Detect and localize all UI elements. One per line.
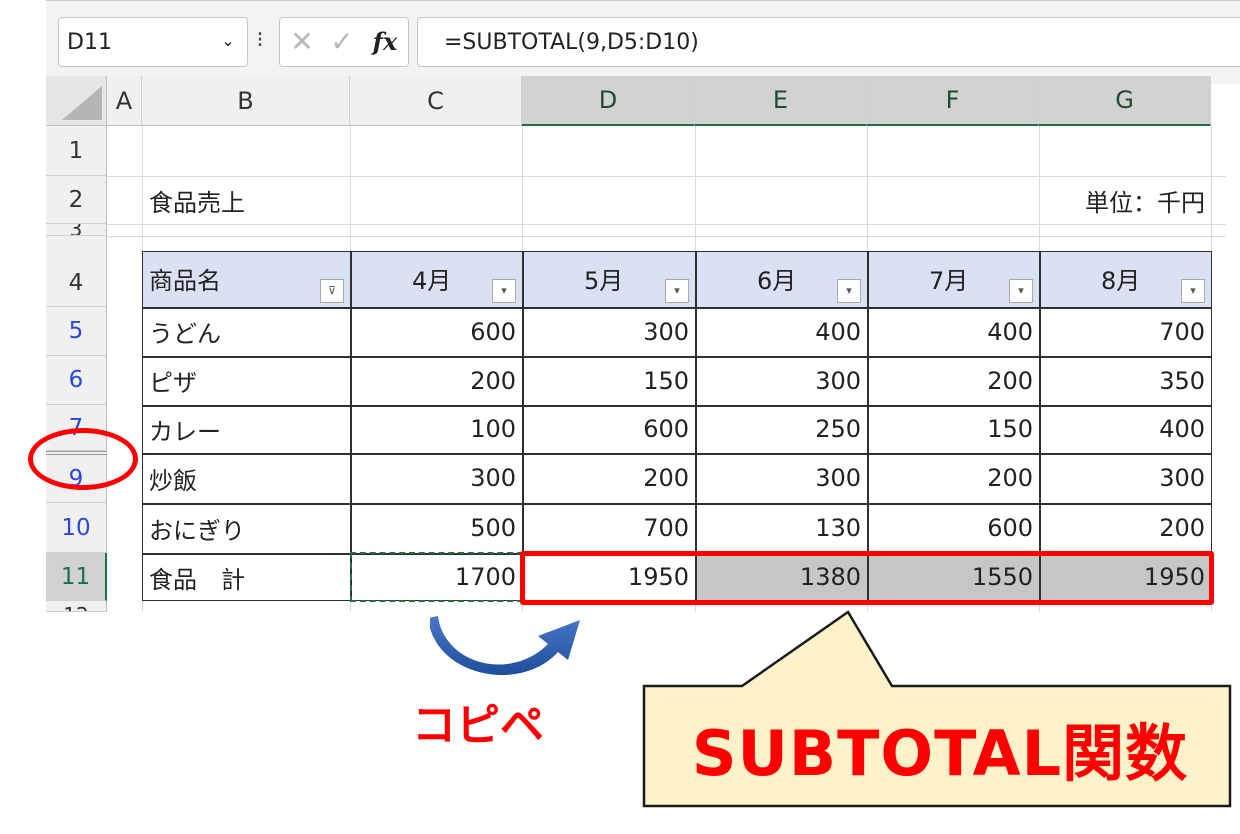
hidden-row-circle xyxy=(28,428,138,490)
table-border xyxy=(142,405,1212,407)
copy-paste-label: コピペ xyxy=(412,700,544,751)
column-header-e[interactable]: E xyxy=(695,76,867,126)
row-header-6[interactable]: 6 xyxy=(46,356,107,405)
subtotal-highlight-box xyxy=(520,551,1214,605)
table-border xyxy=(142,503,1212,505)
column-header-b[interactable]: B xyxy=(142,76,350,126)
table-border xyxy=(867,251,869,601)
table-border xyxy=(1039,251,1041,601)
enter-check-icon[interactable]: ✓ xyxy=(326,22,358,62)
name-box-value: D11 xyxy=(67,29,112,55)
row-header-4[interactable]: 4 xyxy=(46,236,107,307)
select-all-triangle-icon xyxy=(62,86,102,120)
row-header-2[interactable]: 2 xyxy=(46,176,107,224)
column-header-a[interactable]: A xyxy=(107,76,142,126)
table-border xyxy=(350,251,352,601)
table-border xyxy=(142,251,1212,601)
row-header-1[interactable]: 1 xyxy=(46,126,107,176)
table-border xyxy=(142,356,1212,358)
row-header-12-label: 12 xyxy=(63,601,88,611)
row-header-3-label: 3 xyxy=(69,224,83,236)
row-header-5[interactable]: 5 xyxy=(46,307,107,356)
row-header-3[interactable]: 3 xyxy=(46,224,107,236)
row-header-10[interactable]: 10 xyxy=(46,503,107,553)
column-header-g[interactable]: G xyxy=(1039,76,1211,126)
column-header-f[interactable]: F xyxy=(867,76,1039,126)
row-header-12[interactable]: 12 xyxy=(46,601,107,612)
table-border xyxy=(142,307,1212,309)
gridline xyxy=(107,224,1226,225)
table-border xyxy=(142,453,1212,455)
callout-text: SUBTOTAL関数 xyxy=(691,717,1189,790)
unit-label[interactable]: 単位：千円 xyxy=(1000,176,1211,224)
curved-arrow-icon xyxy=(430,616,580,675)
table-border xyxy=(695,251,697,601)
gridline xyxy=(107,236,1226,237)
formula-input[interactable]: =SUBTOTAL(9,D5:D10) xyxy=(417,17,1240,67)
table-border xyxy=(522,251,524,601)
insert-function-icon[interactable]: fx xyxy=(366,22,404,62)
column-header-d[interactable]: D xyxy=(522,76,695,126)
chevron-down-icon[interactable]: ⌄ xyxy=(216,28,240,54)
more-options-icon[interactable]: ⁝ xyxy=(253,24,267,58)
row-header-11[interactable]: 11 xyxy=(46,553,107,601)
sheet-title[interactable]: 食品売上 xyxy=(142,176,350,224)
cancel-icon[interactable]: ✕ xyxy=(286,22,318,62)
formula-text: =SUBTOTAL(9,D5:D10) xyxy=(444,29,699,55)
column-header-c[interactable]: C xyxy=(350,76,522,126)
copy-marquee xyxy=(350,552,523,602)
